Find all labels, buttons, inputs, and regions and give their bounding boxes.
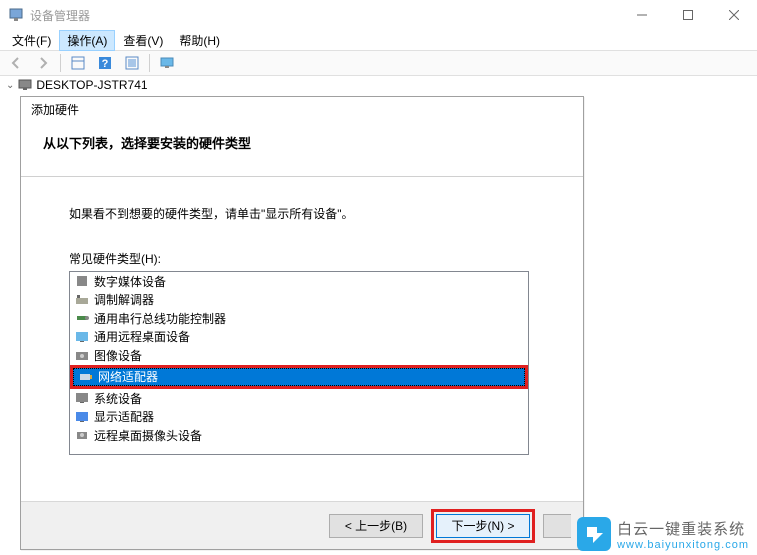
list-item[interactable]: 通用远程桌面设备 — [70, 328, 528, 347]
network-adapter-icon — [78, 369, 94, 385]
list-item[interactable]: 通用串行总线功能控制器 — [70, 309, 528, 328]
forward-button[interactable] — [31, 52, 55, 74]
list-item[interactable]: 调制解调器 — [70, 291, 528, 310]
list-label: 常见硬件类型(H): — [69, 250, 535, 267]
app-icon — [8, 7, 24, 23]
monitor-icon[interactable] — [155, 52, 179, 74]
list-item-label: 显示适配器 — [94, 408, 154, 425]
modem-icon — [74, 292, 90, 308]
list-item-label: 通用串行总线功能控制器 — [94, 310, 226, 327]
tree-expand-icon[interactable]: ⌄ — [6, 80, 14, 91]
dialog-header: 从以下列表，选择要安装的硬件类型 — [43, 133, 561, 152]
hardware-type-listbox[interactable]: 数字媒体设备 调制解调器 通用串行总线功能控制器 通用远程桌面设备 图像设备 — [69, 271, 529, 455]
list-item-label: 通用远程桌面设备 — [94, 328, 190, 345]
display-adapter-icon — [74, 409, 90, 425]
window-titlebar: 设备管理器 — [0, 0, 757, 30]
list-item-label: 调制解调器 — [94, 291, 154, 308]
minimize-button[interactable] — [619, 0, 665, 30]
menu-action[interactable]: 操作(A) — [59, 30, 115, 51]
list-item-selected[interactable]: 网络适配器 — [73, 368, 525, 387]
watermark-url: www.baiyunxitong.com — [617, 539, 749, 551]
list-item[interactable]: 系统设备 — [70, 389, 528, 408]
list-item[interactable]: 远程桌面摄像头设备 — [70, 426, 528, 445]
highlight-box: 下一步(N) > — [431, 509, 535, 543]
toolbar-btn-1[interactable] — [66, 52, 90, 74]
watermark: 白云一键重装系统 www.baiyunxitong.com — [577, 517, 749, 551]
list-item[interactable]: 数字媒体设备 — [70, 272, 528, 291]
svg-text:?: ? — [102, 58, 109, 70]
back-button[interactable]: < 上一步(B) — [329, 514, 423, 538]
help-icon[interactable]: ? — [93, 52, 117, 74]
menu-help[interactable]: 帮助(H) — [171, 30, 228, 51]
imaging-device-icon — [74, 347, 90, 363]
maximize-button[interactable] — [665, 0, 711, 30]
list-item-label: 数字媒体设备 — [94, 273, 166, 290]
cancel-button[interactable]: 取消 — [543, 514, 571, 538]
toolbar-btn-3[interactable] — [120, 52, 144, 74]
menu-view[interactable]: 查看(V) — [115, 30, 171, 51]
watermark-logo-icon — [577, 517, 611, 551]
close-button[interactable] — [711, 0, 757, 30]
dialog-footer: < 上一步(B) 下一步(N) > 取消 — [21, 501, 583, 549]
media-device-icon — [74, 273, 90, 289]
toolbar: ? — [0, 50, 757, 76]
system-device-icon — [74, 390, 90, 406]
list-item-label: 图像设备 — [94, 347, 142, 364]
back-button[interactable] — [4, 52, 28, 74]
watermark-text: 白云一键重装系统 — [617, 518, 749, 539]
tree-root-label[interactable]: DESKTOP-JSTR741 — [36, 78, 147, 92]
remote-desktop-icon — [74, 329, 90, 345]
device-tree: ⌄ DESKTOP-JSTR741 — [0, 76, 757, 94]
menu-file[interactable]: 文件(F) — [4, 30, 59, 51]
dialog-title: 添加硬件 — [21, 97, 583, 119]
list-item[interactable]: 图像设备 — [70, 346, 528, 365]
dialog-instruction: 如果看不到想要的硬件类型，请单击"显示所有设备"。 — [69, 205, 535, 222]
list-item-label: 网络适配器 — [98, 368, 158, 385]
next-button[interactable]: 下一步(N) > — [436, 514, 530, 538]
menu-bar: 文件(F) 操作(A) 查看(V) 帮助(H) — [0, 30, 757, 50]
add-hardware-dialog: 添加硬件 从以下列表，选择要安装的硬件类型 如果看不到想要的硬件类型，请单击"显… — [20, 96, 584, 550]
window-title: 设备管理器 — [30, 7, 619, 24]
list-item[interactable]: 显示适配器 — [70, 408, 528, 427]
list-item-label: 系统设备 — [94, 390, 142, 407]
list-item-label: 远程桌面摄像头设备 — [94, 427, 202, 444]
remote-camera-icon — [74, 427, 90, 443]
usb-controller-icon — [74, 310, 90, 326]
computer-icon — [18, 78, 32, 92]
